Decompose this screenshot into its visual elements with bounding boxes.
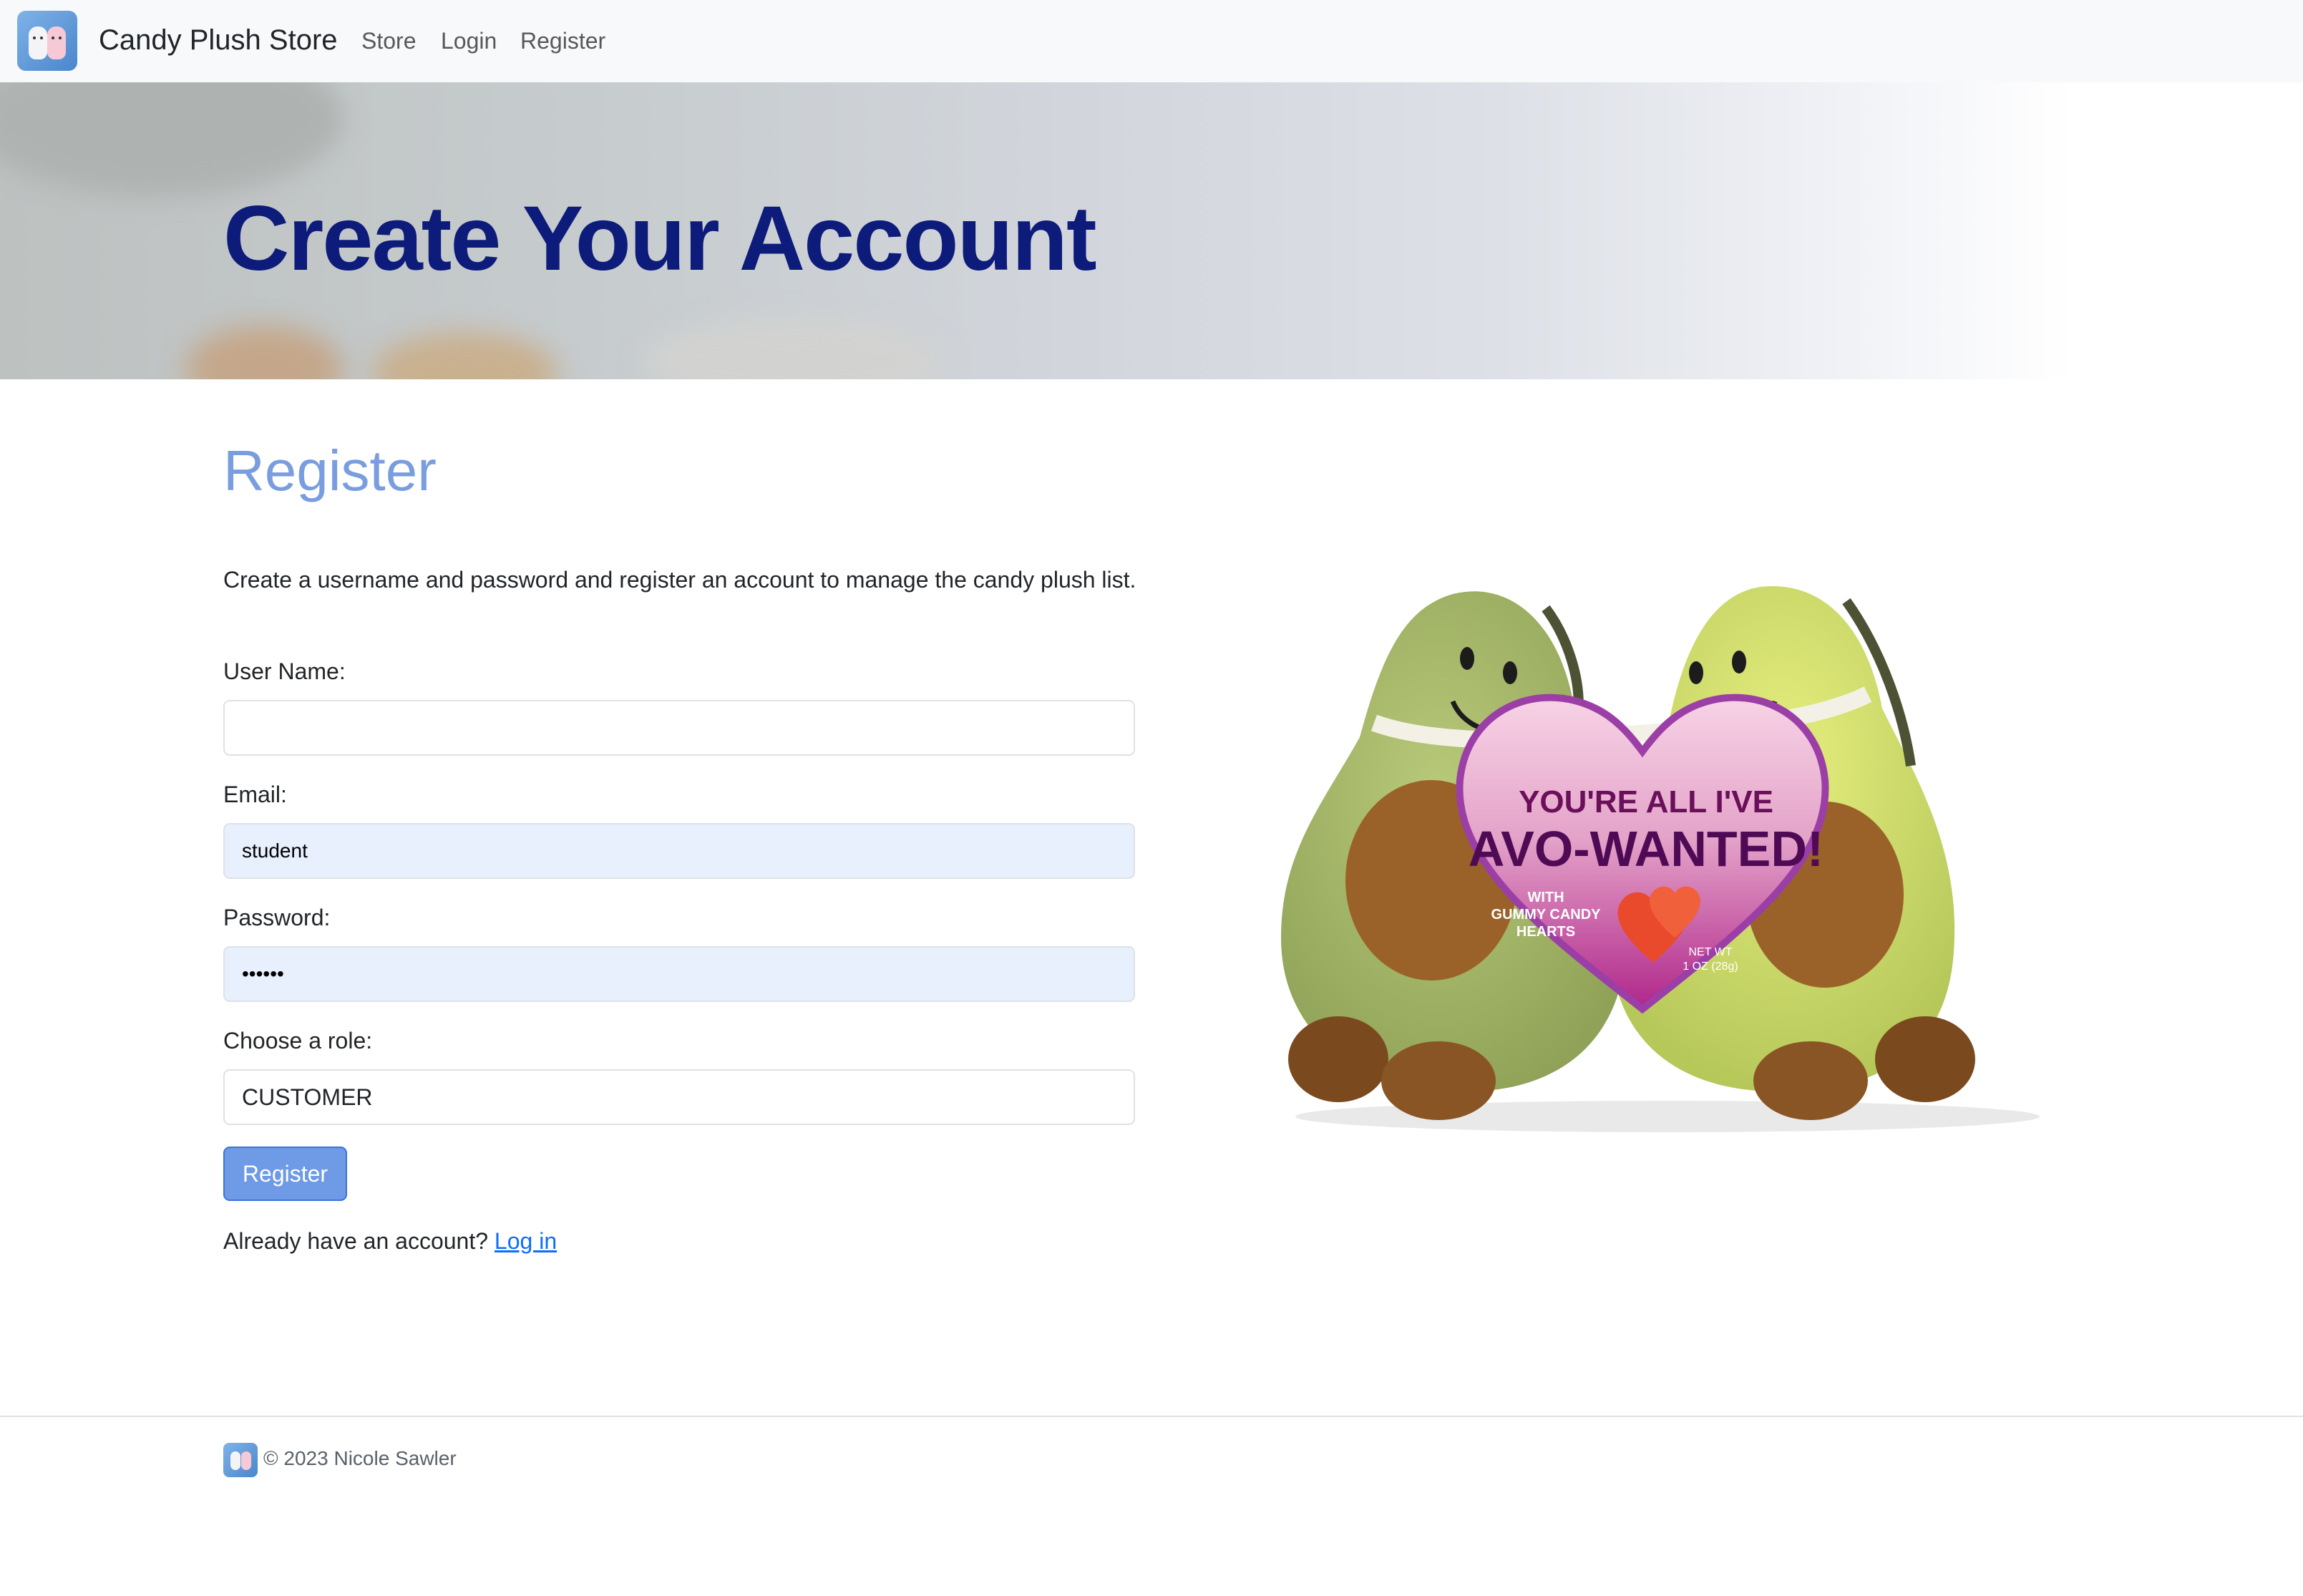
- login-prompt: Already have an account? Log in: [223, 1228, 557, 1255]
- login-link[interactable]: Log in: [495, 1228, 557, 1254]
- register-heading: Register: [223, 439, 437, 502]
- avocado-plush-image: YOU'RE ALL I'VE AVO-WANTED! WITH GUMMY C…: [1238, 565, 2061, 1138]
- footer-logo-icon: [223, 1443, 258, 1477]
- register-intro: Create a username and password and regis…: [223, 567, 1136, 593]
- heart-text-line2: AVO-WANTED!: [1469, 821, 1824, 877]
- email-input[interactable]: [223, 823, 1135, 879]
- heart-text-weight: 1 OZ (28g): [1683, 960, 1738, 973]
- brand-logo-icon[interactable]: [17, 11, 77, 71]
- password-label: Password:: [223, 905, 331, 930]
- nav-link-register[interactable]: Register: [520, 28, 605, 54]
- password-input[interactable]: [223, 946, 1135, 1002]
- role-select[interactable]: CUSTOMER: [223, 1069, 1135, 1125]
- register-button[interactable]: Register: [223, 1147, 347, 1201]
- footer-copyright: © 2023 Nicole Sawler: [263, 1447, 457, 1469]
- heart-text-netwt: NET WT: [1688, 946, 1732, 958]
- brand-name[interactable]: Candy Plush Store: [99, 24, 338, 57]
- hero-title: Create Your Account: [223, 188, 1097, 290]
- role-label: Choose a role:: [223, 1028, 373, 1054]
- footer-divider: [0, 1416, 2303, 1417]
- heart-text-line1: YOU'RE ALL I'VE: [1519, 784, 1773, 819]
- navbar: Candy Plush Store Store Login Register: [0, 0, 2303, 82]
- heart-text-gummy: GUMMY CANDY: [1491, 907, 1602, 923]
- login-prompt-text: Already have an account?: [223, 1228, 489, 1254]
- hero-banner: Create Your Account: [0, 82, 2303, 379]
- nav-link-login[interactable]: Login: [441, 28, 497, 54]
- heart-text-with: WITH: [1527, 890, 1564, 905]
- heart-text-hearts: HEARTS: [1516, 924, 1575, 940]
- username-label: User Name:: [223, 658, 346, 684]
- nav-link-store[interactable]: Store: [361, 28, 416, 54]
- email-label: Email:: [223, 782, 287, 807]
- username-input[interactable]: [223, 700, 1135, 756]
